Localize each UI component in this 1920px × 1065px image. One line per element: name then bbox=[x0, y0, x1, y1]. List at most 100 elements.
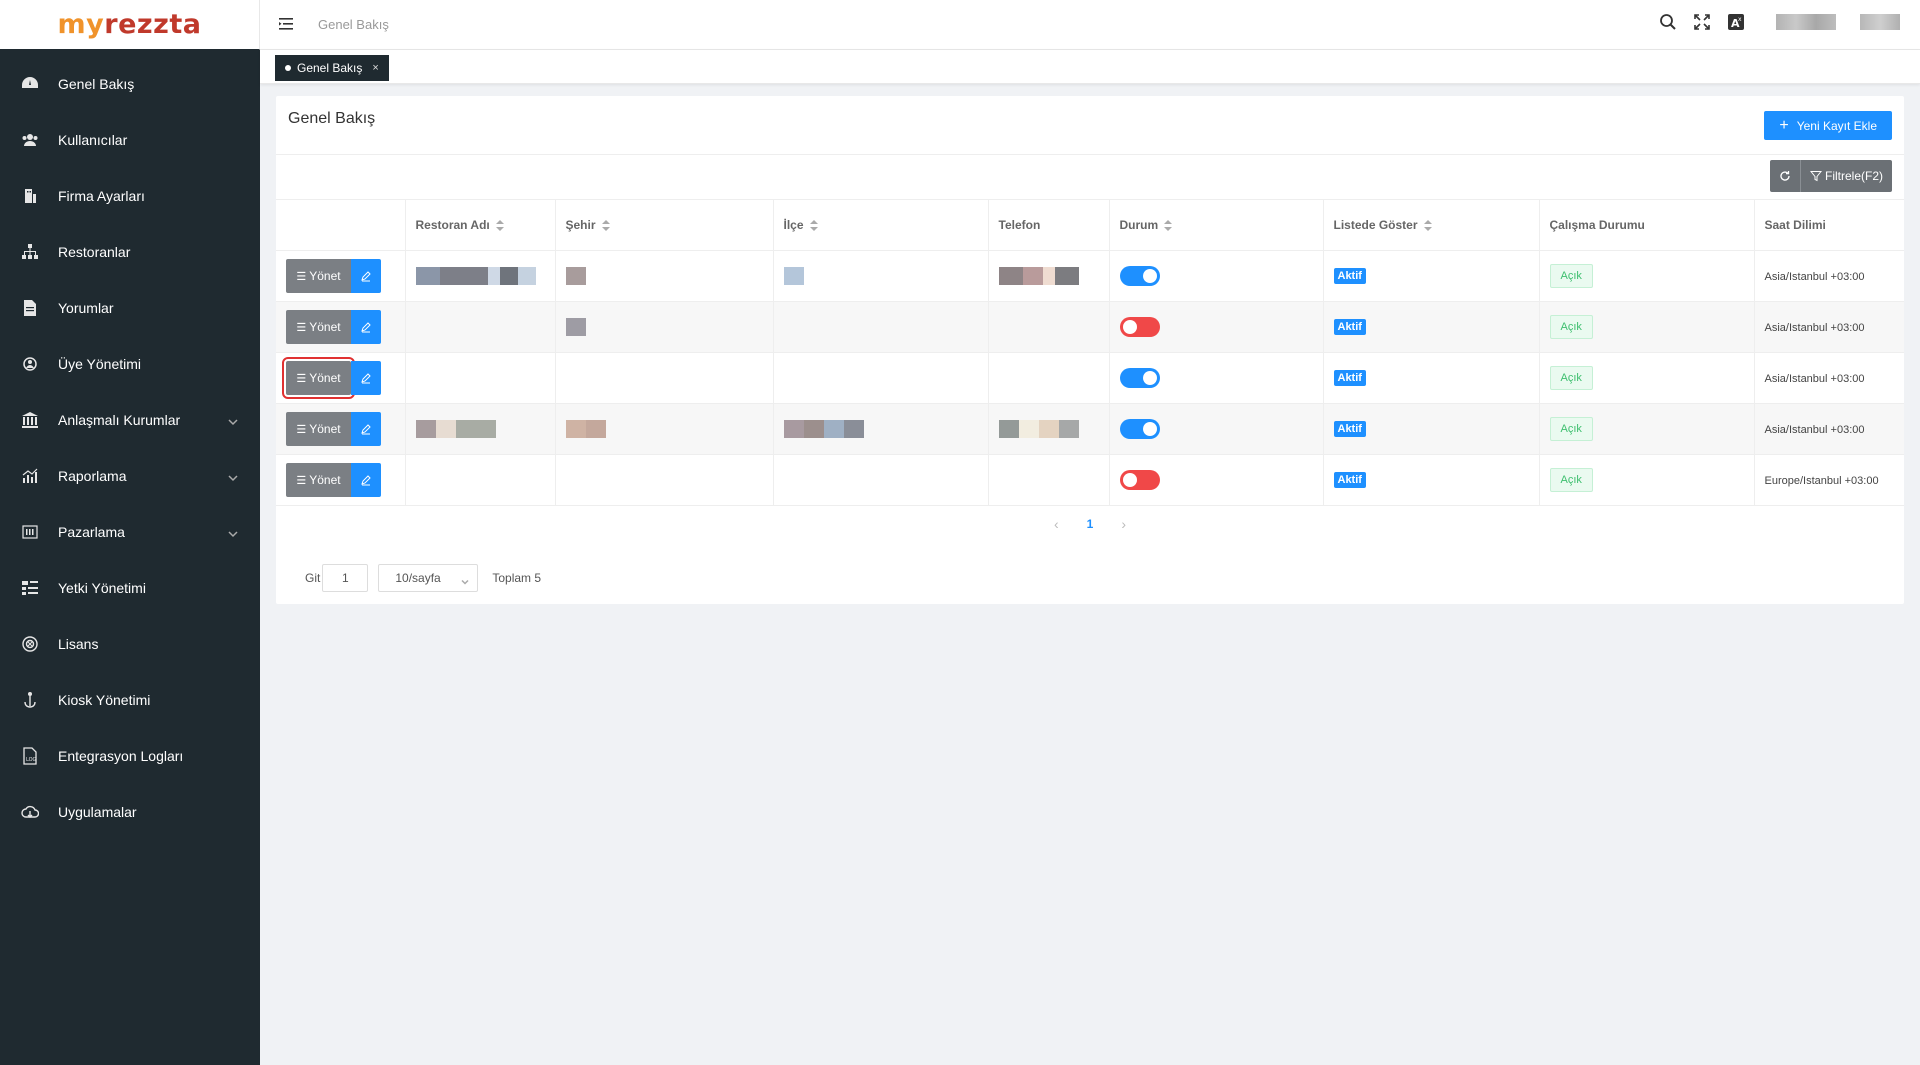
sidebar-item-14[interactable]: Uygulamalar bbox=[0, 784, 260, 840]
toggle-knob bbox=[1122, 320, 1137, 334]
new-record-button[interactable]: + Yeni Kayıt Ekle bbox=[1764, 111, 1892, 140]
filter-button[interactable]: Filtrele(F2) bbox=[1800, 160, 1892, 192]
phone-cell bbox=[988, 250, 1110, 302]
translate-icon[interactable]: Ax bbox=[1726, 12, 1746, 32]
menu-toggle-icon[interactable] bbox=[278, 16, 294, 32]
goto-page-input[interactable]: 1 bbox=[322, 564, 369, 592]
status-toggle[interactable] bbox=[1119, 266, 1160, 286]
timezone-value: Asia/Istanbul +03:00 bbox=[1764, 424, 1865, 436]
fullscreen-icon[interactable] bbox=[1692, 12, 1712, 32]
city-cell bbox=[555, 250, 774, 302]
phone-cell bbox=[988, 454, 1110, 506]
marketing-icon bbox=[20, 522, 40, 542]
sidebar-item-12[interactable]: Kiosk Yönetimi bbox=[0, 672, 260, 728]
column-header-5[interactable]: Durum bbox=[1109, 199, 1324, 251]
district-cell bbox=[773, 454, 989, 506]
phone-cell bbox=[988, 301, 1110, 353]
column-header-1[interactable]: Restoran Adı bbox=[405, 199, 556, 251]
total-count: Toplam 5 bbox=[492, 571, 542, 585]
prev-page-icon[interactable]: ‹ bbox=[1054, 516, 1059, 532]
user-avatar-redacted[interactable] bbox=[1860, 14, 1900, 30]
manage-button[interactable]: ☰ Yönet bbox=[286, 259, 351, 293]
refresh-button[interactable] bbox=[1769, 160, 1801, 192]
sidebar-item-4[interactable]: Restoranlar bbox=[0, 224, 260, 280]
column-header-3[interactable]: İlçe bbox=[773, 199, 989, 251]
sidebar-item-7[interactable]: Anlaşmalı Kurumlar bbox=[0, 392, 260, 448]
column-header-label: İlçe bbox=[783, 218, 804, 232]
edit-button[interactable] bbox=[351, 361, 381, 395]
sort-icon[interactable] bbox=[809, 220, 818, 232]
manage-button[interactable]: ☰ Yönet bbox=[282, 357, 355, 399]
manage-button[interactable]: ☰ Yönet bbox=[286, 463, 351, 497]
sliders-icon: ☰ bbox=[296, 270, 307, 283]
column-header-6[interactable]: Listede Göster bbox=[1323, 199, 1540, 251]
new-record-label: Yeni Kayıt Ekle bbox=[1796, 118, 1877, 133]
edit-button[interactable] bbox=[351, 310, 381, 344]
sidebar-item-3[interactable]: Firma Ayarları bbox=[0, 168, 260, 224]
district-cell bbox=[773, 352, 989, 404]
manage-label: Yönet bbox=[309, 320, 341, 334]
status-toggle[interactable] bbox=[1119, 419, 1160, 439]
sort-icon[interactable] bbox=[1423, 220, 1432, 232]
timezone-cell: Asia/Istanbul +03:00 bbox=[1754, 352, 1904, 404]
status-toggle[interactable] bbox=[1119, 317, 1160, 337]
sidebar-item-9[interactable]: Pazarlama bbox=[0, 504, 260, 560]
timezone-cell: Asia/Istanbul +03:00 bbox=[1754, 250, 1904, 302]
card-divider bbox=[276, 154, 1904, 155]
sort-icon[interactable] bbox=[1164, 220, 1173, 232]
search-icon[interactable] bbox=[1658, 12, 1678, 32]
bank-icon bbox=[20, 410, 40, 430]
status-toggle[interactable] bbox=[1119, 470, 1160, 490]
brand-logo-my: my bbox=[57, 9, 105, 40]
manage-label: Yönet bbox=[309, 422, 341, 436]
sidebar-item-label: Yetki Yönetimi bbox=[58, 580, 146, 596]
table-body: ☰ Yönet Aktif Açık Asia/Istanbul +03:00 ☰ Yöne… bbox=[276, 250, 1904, 506]
redacted-city bbox=[565, 420, 606, 438]
pagination-controls: Git 1 10/sayfa Toplam 5 bbox=[305, 564, 541, 592]
redacted-district bbox=[783, 267, 804, 285]
table-header-row: Restoran Adı Şehir İlçe Telefon Durum Listede… bbox=[276, 199, 1904, 251]
brand-logo[interactable]: myrezzta bbox=[58, 9, 202, 40]
sidebar-item-6[interactable]: Üye Yönetimi bbox=[0, 336, 260, 392]
sort-icon[interactable] bbox=[495, 220, 504, 232]
sidebar-item-10[interactable]: Yetki Yönetimi bbox=[0, 560, 260, 616]
page-size-select[interactable]: 10/sayfa bbox=[378, 564, 479, 592]
chevron-down-icon bbox=[461, 575, 469, 585]
sidebar-item-8[interactable]: Raporlama bbox=[0, 448, 260, 504]
column-header-7: Çalışma Durumu bbox=[1539, 199, 1755, 251]
sitemap-icon bbox=[20, 242, 40, 262]
cloud-icon bbox=[20, 802, 40, 822]
edit-button[interactable] bbox=[351, 463, 381, 497]
district-cell bbox=[773, 250, 989, 302]
tab-close-icon[interactable]: × bbox=[372, 62, 378, 74]
column-header-4: Telefon bbox=[988, 199, 1110, 251]
tab-genel-bakis[interactable]: Genel Bakış × bbox=[275, 55, 389, 81]
edit-button[interactable] bbox=[351, 259, 381, 293]
svg-text:x: x bbox=[1738, 16, 1742, 23]
toggle-knob bbox=[1142, 371, 1157, 385]
manage-button[interactable]: ☰ Yönet bbox=[286, 310, 351, 344]
edit-button[interactable] bbox=[351, 412, 381, 446]
page-number-current[interactable]: 1 bbox=[1087, 517, 1094, 531]
sidebar-item-11[interactable]: Lisans bbox=[0, 616, 260, 672]
sort-icon[interactable] bbox=[601, 220, 610, 232]
table-row: ☰ Yönet Aktif Açık Europe/Istanbul +03:00 bbox=[276, 454, 1904, 506]
redacted-phone bbox=[998, 267, 1079, 285]
table-row: ☰ Yönet Aktif Açık Asia/Istanbul +03:00 bbox=[276, 403, 1904, 455]
sidebar-item-5[interactable]: Yorumlar bbox=[0, 280, 260, 336]
sidebar-item-label: Yorumlar bbox=[58, 300, 114, 316]
sidebar-item-13[interactable]: LOG Entegrasyon Logları bbox=[0, 728, 260, 784]
status-badge: Aktif bbox=[1333, 319, 1366, 335]
timezone-value: Asia/Istanbul +03:00 bbox=[1764, 322, 1865, 334]
sidebar-item-label: Uygulamalar bbox=[58, 804, 137, 820]
user-name-redacted[interactable] bbox=[1776, 14, 1836, 30]
next-page-icon[interactable]: › bbox=[1121, 516, 1126, 532]
status-toggle[interactable] bbox=[1119, 368, 1160, 388]
column-header-2[interactable]: Şehir bbox=[555, 199, 774, 251]
sidebar-item-1[interactable]: Genel Bakış bbox=[0, 56, 260, 112]
manage-button[interactable]: ☰ Yönet bbox=[286, 412, 351, 446]
filter-label: Filtrele(F2) bbox=[1824, 169, 1883, 183]
sidebar-item-2[interactable]: Kullanıcılar bbox=[0, 112, 260, 168]
filter-icon bbox=[1809, 171, 1822, 182]
document-icon bbox=[20, 298, 40, 318]
